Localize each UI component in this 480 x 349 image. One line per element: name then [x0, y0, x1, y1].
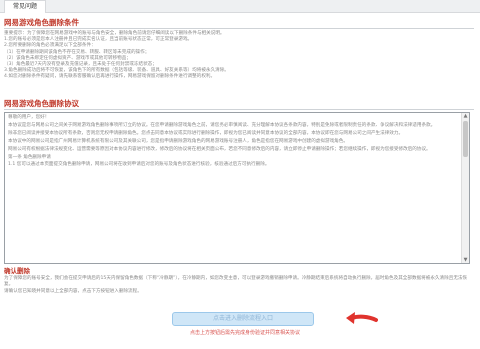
- scroll-down-arrow-icon[interactable]: ▼: [462, 257, 469, 263]
- agreement-paragraph: 本协议中的网易公司是指广州网易计算机系统有限公司及其关联公司，您是指申请删除游戏…: [8, 138, 348, 144]
- agreement-paragraph: 除非您已阅读并接受本协议所有条款，否则您无权申请删除角色。您点击同意本协议或实际…: [8, 130, 404, 136]
- confirm-line: 请确认您已知晓并同意以上全部内容，点击下方按钮进入删除流程。: [4, 288, 142, 294]
- agreement-divider: [4, 109, 474, 110]
- agreement-paragraph: 本协议是您与网易公司之间关于网易游戏角色删除事项所订立的协议。在您申请删除游戏角…: [8, 122, 436, 128]
- agreement-paragraph: 第一条 角色删除申请: [8, 154, 51, 160]
- agreement-text: 尊敬的用户，您好！ 本协议是您与网易公司之间关于网易游戏角色删除事项所订立的协议…: [8, 115, 461, 170]
- confirm-title: 确认删除: [4, 267, 30, 275]
- tab-faq[interactable]: 常见问题: [4, 0, 47, 13]
- confirm-line: 为了保障您的账号安全，我们会在提交申请后的15天内保留角色数据（下称“冷静期”）…: [4, 276, 468, 288]
- red-arrow-icon: [346, 312, 378, 324]
- conditions-line: 4.如您对删除条件有疑问，请先联系客服确认后再进行操作，网易游戏保留对删除条件进…: [4, 74, 216, 80]
- deletion-note: 点击上方按钮后需先完成身份验证并同意相关协议: [189, 330, 300, 336]
- agreement-paragraph: 1.1 您可以通过本页面提交角色删除申请，网易公司将在收到申请后对您的账号及角色…: [8, 162, 270, 168]
- scroll-up-arrow-icon[interactable]: ▲: [462, 113, 469, 119]
- agreement-paragraph: 尊敬的用户，您好！: [8, 115, 50, 120]
- conditions-divider: [4, 28, 474, 29]
- conditions-title: 网易游戏角色删除条件: [4, 18, 79, 27]
- confirm-text: 为了保障您的账号安全，我们会在提交申请后的15天内保留角色数据（下称“冷静期”）…: [4, 276, 474, 295]
- agreement-paragraph: 网易公司有权根据法律法规变化、运营需要等原因对本协议内容进行修改，修改后的协议将…: [8, 146, 431, 152]
- agreement-scrollbar[interactable]: ▲ ▼: [461, 113, 469, 263]
- scroll-thumb[interactable]: [463, 121, 468, 157]
- agreement-title: 网易游戏角色删除协议: [4, 99, 79, 108]
- top-tab-bar: 常见问题: [0, 0, 480, 13]
- agreement-scroll-box[interactable]: 尊敬的用户，您好！ 本协议是您与网易公司之间关于网易游戏角色删除事项所订立的协议…: [4, 112, 470, 264]
- conditions-text: 重要提示：为了保障您在网易游戏中的账号与角色安全，删除角色前请您仔细阅读以下删除…: [4, 31, 474, 81]
- enter-deletion-button[interactable]: 点击进入删除流程入口: [172, 312, 314, 326]
